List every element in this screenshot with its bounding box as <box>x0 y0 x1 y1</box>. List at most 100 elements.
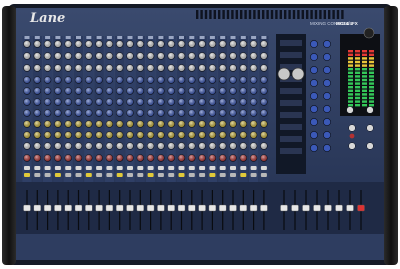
knob-highlight <box>136 98 144 106</box>
meter-segment <box>355 50 360 53</box>
knob-highlight <box>250 87 257 95</box>
knob-highlight <box>219 142 227 150</box>
knob-highlight <box>239 154 247 162</box>
meter-segment <box>355 104 360 107</box>
knob-highlight <box>239 142 247 150</box>
knob-highlight <box>33 52 41 60</box>
master-fader-cap <box>280 204 288 212</box>
knob-highlight <box>198 120 206 128</box>
knob-highlight <box>209 98 216 106</box>
knob-highlight <box>23 120 31 128</box>
fader-cap <box>126 204 134 212</box>
knob-highlight <box>198 98 206 106</box>
knob-highlight <box>106 87 113 95</box>
knob-highlight <box>147 154 155 162</box>
mixing-console-photo: Lane MIXING CONSOLE MG24/4FX <box>0 0 400 269</box>
knob-highlight <box>95 120 103 128</box>
knob-highlight <box>250 64 257 72</box>
knob-highlight <box>239 76 247 84</box>
master-knob <box>310 40 318 48</box>
mute-button <box>96 166 103 170</box>
knob-highlight <box>178 131 185 139</box>
meter-segment <box>369 78 374 82</box>
channel-label-tab <box>55 36 61 39</box>
knob-highlight <box>260 52 268 60</box>
channel-label-tab <box>117 36 123 39</box>
knob-highlight <box>75 76 82 84</box>
mute-button <box>240 166 247 170</box>
knob-highlight <box>250 120 257 128</box>
meter-segment <box>355 71 360 74</box>
knob-highlight <box>188 98 196 106</box>
vent-slot <box>240 10 243 19</box>
fader-cap <box>43 204 52 212</box>
knob-highlight <box>147 52 155 60</box>
solo-button <box>75 173 82 177</box>
knob-highlight <box>136 154 144 162</box>
master-knob <box>310 118 318 126</box>
knob-highlight <box>219 98 227 106</box>
lamp-socket[interactable] <box>363 27 375 39</box>
knob-highlight <box>136 40 144 48</box>
meter-segment <box>362 104 367 107</box>
knob-highlight <box>219 87 227 95</box>
knob-highlight <box>85 87 93 95</box>
knob-highlight <box>229 64 237 72</box>
knob-highlight <box>95 142 103 150</box>
vent-slot <box>341 10 344 19</box>
meter-segment <box>355 75 360 78</box>
knob-highlight <box>167 64 175 72</box>
brand-logo: Lane <box>29 11 65 26</box>
channel-label-tab <box>34 36 40 39</box>
knob-highlight <box>167 142 175 150</box>
vent-slot <box>244 10 247 19</box>
knob-highlight <box>136 52 144 60</box>
knob-highlight <box>64 131 72 139</box>
master-knob <box>323 144 331 152</box>
left-end-cheek <box>2 6 16 265</box>
knob-highlight <box>64 98 72 106</box>
meter-segment <box>369 68 374 71</box>
knob-highlight <box>178 98 185 106</box>
knob-highlight <box>157 52 165 60</box>
mute-button <box>157 166 164 170</box>
knob-highlight <box>136 76 144 84</box>
knob-highlight <box>95 87 103 95</box>
master-fader-cap <box>357 204 365 212</box>
channel-label-tab <box>96 36 102 39</box>
channel-label-tab <box>168 36 174 39</box>
knob-highlight <box>198 52 206 60</box>
master-fader-cap <box>335 204 343 212</box>
fader-cap <box>64 204 72 212</box>
knob-highlight <box>106 109 113 117</box>
master-section-knob <box>346 106 354 114</box>
master-knob <box>310 131 318 139</box>
knob-highlight <box>95 64 103 72</box>
master-section-knob <box>348 124 356 132</box>
vent-slot <box>288 10 291 19</box>
knob-highlight <box>229 76 237 84</box>
meter-segment <box>355 53 360 56</box>
channel-label-tab <box>251 36 257 39</box>
mute-button <box>199 166 206 170</box>
knob-highlight <box>157 120 165 128</box>
solo-button <box>188 173 195 177</box>
fader-cap <box>33 204 41 212</box>
solo-button <box>199 173 206 177</box>
meter-segment <box>369 71 374 74</box>
knob-highlight <box>44 109 51 117</box>
knob-highlight <box>178 154 185 162</box>
solo-button <box>219 173 226 177</box>
channel-label-tab <box>127 36 133 39</box>
meter-segment <box>369 60 374 64</box>
knob-highlight <box>136 64 144 72</box>
knob-highlight <box>229 120 237 128</box>
master-section-knob <box>366 106 374 114</box>
fader-cap <box>146 204 155 212</box>
knob-highlight <box>239 120 247 128</box>
mute-button <box>219 166 226 170</box>
meter-segment <box>369 64 374 67</box>
solo-button <box>168 173 175 177</box>
meter-segment <box>355 60 360 64</box>
channel-label-tab <box>65 36 71 39</box>
